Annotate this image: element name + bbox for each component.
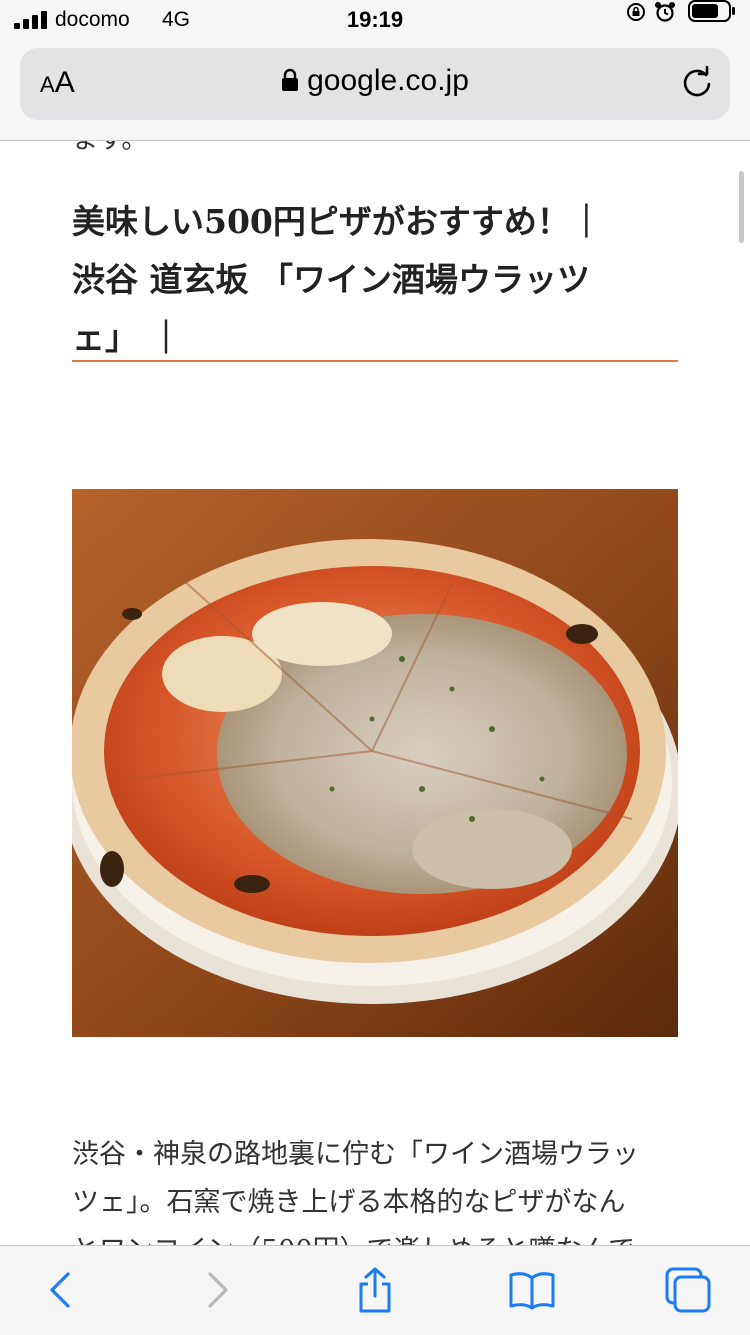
article-body: 渋谷・神泉の路地裏に佇む「ワイン酒場ウラッ ツェ」。石窯で焼き上げる本格的なピザ… (72, 1131, 678, 1245)
browser-toolbar (0, 1245, 750, 1335)
padlock-icon (282, 68, 299, 91)
heading-line: 渋谷 道玄坂 「ワイン酒場ウラッツ (72, 260, 590, 299)
body-line: とワンコイン（500円）で楽しめると噂なんで (72, 1227, 678, 1245)
heading-line: ェ」 ｜ (72, 318, 183, 357)
pizza-photo (72, 489, 678, 1037)
article-heading: 美味しい500円ピザがおすすめ！｜ 渋谷 道玄坂 「ワイン酒場ウラッツ ェ」 ｜ (72, 193, 678, 367)
web-content[interactable]: ます。 美味しい500円ピザがおすすめ！｜ 渋谷 道玄坂 「ワイン酒場ウラッツ … (0, 141, 750, 1245)
previous-paragraph-fragment: ます。 (72, 141, 147, 156)
status-bar: docomo 4G 19:19 (0, 0, 750, 40)
share-icon[interactable] (351, 1266, 399, 1314)
address-bar[interactable]: AA google.co.jp (20, 48, 730, 120)
body-line: 渋谷・神泉の路地裏に佇む「ワイン酒場ウラッ (72, 1139, 639, 1170)
scroll-indicator[interactable] (739, 171, 744, 243)
heading-underline (72, 360, 678, 362)
body-line: ツェ」。石窯で焼き上げる本格的なピザがなん (72, 1187, 626, 1218)
battery-icon (688, 0, 735, 22)
domain-text: google.co.jp (307, 64, 469, 97)
alarm-icon (655, 2, 675, 22)
heading-line: 美味しい500円ピザがおすすめ！｜ (72, 202, 603, 241)
chevron-left-icon[interactable] (38, 1266, 86, 1314)
reload-icon[interactable] (680, 66, 714, 100)
tabs-icon[interactable] (664, 1266, 712, 1314)
chevron-right-icon[interactable] (192, 1266, 240, 1314)
orientation-lock-icon (627, 3, 645, 21)
book-icon[interactable] (508, 1266, 556, 1314)
url-display[interactable]: google.co.jp (20, 64, 730, 98)
browser-top-bar: AA google.co.jp (0, 40, 750, 141)
